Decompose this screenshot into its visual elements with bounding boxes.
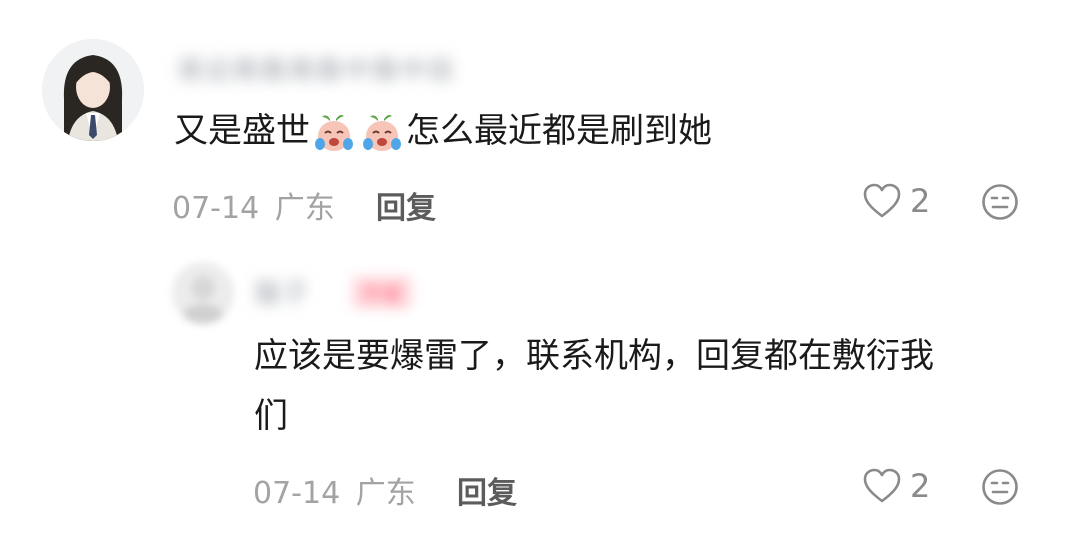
like-count: 2 <box>910 182 931 220</box>
crying-face-emoji-icon <box>315 114 353 151</box>
avatar[interactable] <box>42 39 144 141</box>
reply-date: 07-14 <box>253 476 341 511</box>
reply-to-reply-button[interactable]: 回复 <box>457 468 517 512</box>
comment-meta: 07-14 广东 <box>172 183 335 227</box>
heart-icon <box>863 468 901 503</box>
reply-button[interactable]: 回复 <box>376 183 436 227</box>
reply-location: 广东 <box>355 476 416 511</box>
crying-face-emoji-icon <box>363 114 401 151</box>
reply-username[interactable]: 猫子 <box>254 273 310 310</box>
reply-text-line1: 应该是要爆雷了，联系机构，回复都在敷衍我 <box>254 336 934 376</box>
reply-meta: 07-14 广东 <box>253 468 416 512</box>
comment-text: 又是盛世 怎么最近都是刷到她 <box>174 101 712 161</box>
username[interactable]: 清远南路南路中路中段 <box>176 50 456 87</box>
comment-text-end: 怎么最近都是刷到她 <box>406 111 712 151</box>
dislike-face-icon[interactable] <box>981 468 1019 506</box>
like-button[interactable]: 2 <box>862 182 930 220</box>
comment-text-start: 又是盛世 <box>174 111 310 151</box>
dislike-face-icon[interactable] <box>981 183 1019 221</box>
comment-location: 广东 <box>274 191 335 226</box>
reply-like-count: 2 <box>910 467 931 505</box>
heart-icon <box>863 183 901 218</box>
reply-avatar[interactable] <box>172 262 234 324</box>
author-tag: 作者 <box>352 276 412 309</box>
reply-like-button[interactable]: 2 <box>862 467 930 505</box>
avatar-portrait <box>42 39 144 141</box>
reply-text-line2: 们 <box>254 396 288 436</box>
reply-avatar-image <box>172 262 234 324</box>
comment-date: 07-14 <box>172 191 260 226</box>
